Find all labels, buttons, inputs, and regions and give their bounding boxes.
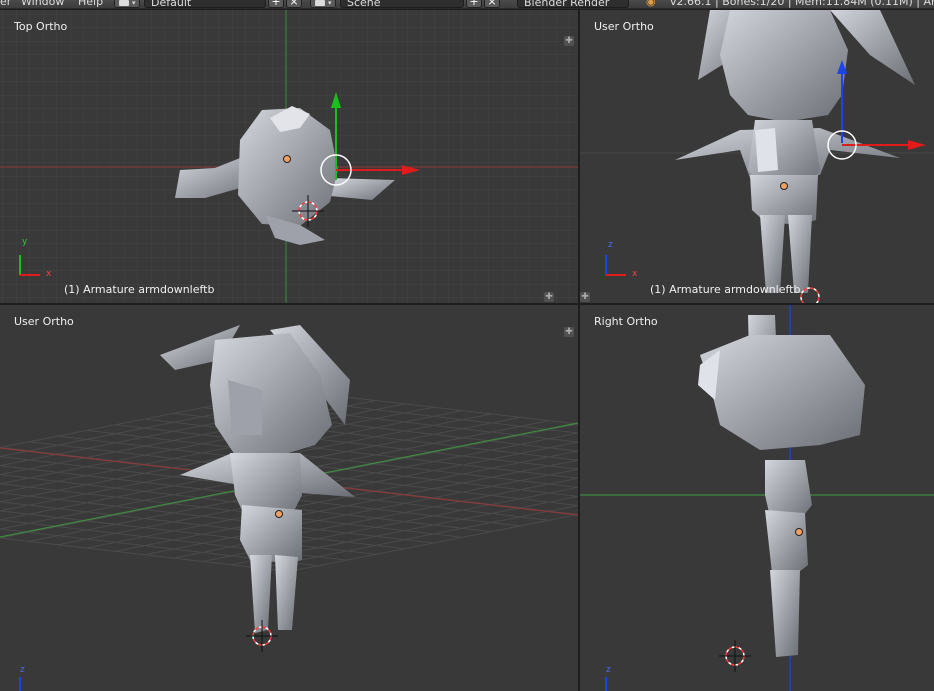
menu-partial[interactable]: er [0, 0, 11, 8]
object-origin [795, 528, 803, 536]
mini-axis-x-label: x [632, 269, 638, 279]
3d-cursor [246, 620, 278, 652]
blender-logo-icon: ◉ [646, 0, 656, 8]
3d-cursor [800, 287, 820, 303]
area-split-handle[interactable]: ✚ [544, 292, 554, 302]
area-split-handle[interactable]: ✚ [580, 292, 590, 302]
viewport-grid [0, 325, 578, 691]
mini-axis-y-label: y [22, 237, 28, 247]
object-origin [780, 182, 788, 190]
scene-icon[interactable]: ▾ [310, 0, 336, 8]
menu-window[interactable]: Window [21, 0, 64, 8]
object-origin [275, 510, 283, 518]
screen-layout-icon[interactable]: ▾ [114, 0, 140, 8]
character-model [160, 325, 355, 633]
screen-layout-field[interactable]: Default [144, 0, 266, 8]
character-model [675, 10, 915, 293]
viewport-user-ortho-top[interactable]: User Ortho z x (1) Armature armdownleftb… [580, 10, 934, 303]
active-object-label: (1) Armature armdownleftb [650, 283, 801, 296]
top-header: er Window Help ▾ Default + × ▾ Scene + ×… [0, 0, 934, 9]
object-origin [283, 155, 291, 163]
viewport-grid [0, 10, 578, 303]
viewport-label: User Ortho [594, 20, 654, 33]
mini-axis-z-label: z [608, 240, 613, 250]
add-scene-button[interactable]: + [466, 0, 482, 8]
add-screen-button[interactable]: + [268, 0, 284, 8]
viewport-user-ortho-bottom[interactable]: User Ortho z ✚ [0, 305, 578, 691]
viewport-label: Right Ortho [594, 315, 658, 328]
3d-cursor [719, 640, 751, 672]
character-model [698, 315, 865, 657]
mini-axis-z-label: z [606, 665, 611, 675]
stats-readout: v2.66.1 | Bones:1/20 | Mem:11.84M (0.11M… [670, 0, 934, 8]
mini-axis-z-label: z [20, 665, 25, 675]
delete-screen-button[interactable]: × [286, 0, 302, 8]
active-object-label: (1) Armature armdownleftb [64, 283, 215, 296]
area-split-handle[interactable]: ✚ [564, 36, 574, 46]
menu-help[interactable]: Help [78, 0, 103, 8]
render-engine-select[interactable]: Blender Render [517, 0, 629, 8]
scene-field[interactable]: Scene [340, 0, 464, 8]
delete-scene-button[interactable]: × [484, 0, 500, 8]
viewport-label: User Ortho [14, 315, 74, 328]
viewport-right-ortho[interactable]: Right Ortho z [580, 305, 934, 691]
floor-grid-line [115, 424, 578, 479]
area-split-handle[interactable]: ✚ [564, 327, 574, 337]
viewport-grid [580, 305, 934, 691]
mini-axis-x-label: x [46, 269, 52, 279]
viewport-grid [580, 10, 934, 303]
viewport-top-ortho[interactable]: Top Ortho y x (1) Armature armdownleftb … [0, 10, 578, 303]
viewport-label: Top Ortho [14, 20, 68, 33]
